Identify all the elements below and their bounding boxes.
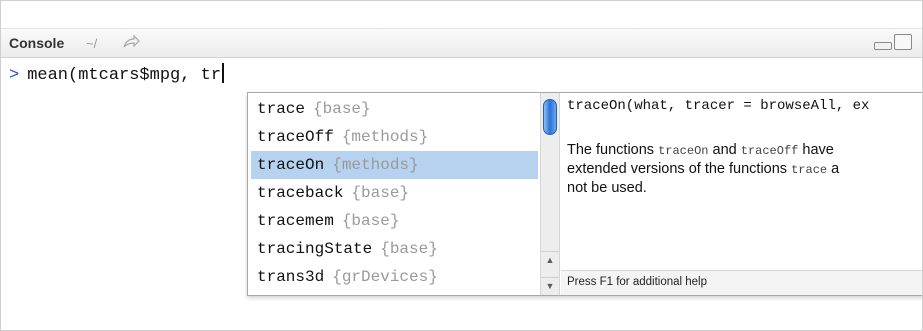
down-arrow-icon[interactable]: ▼	[541, 277, 559, 294]
help-text: extended versions of the functions	[567, 161, 792, 177]
completion-list[interactable]: trace {base} traceOff {methods} traceOn {me…	[248, 93, 538, 295]
completion-package: {methods}	[341, 128, 429, 146]
help-desc-line: not be used.	[567, 179, 922, 197]
completion-package: {base}	[351, 184, 410, 202]
completion-item[interactable]: trans3d {grDevices}	[251, 263, 538, 291]
completion-name: tracingState	[257, 240, 373, 258]
help-text: and	[708, 142, 741, 158]
autocomplete-popup: trace {base} traceOff {methods} traceOn {me…	[247, 92, 922, 296]
completion-name: traceback	[257, 184, 344, 202]
completion-package: {base}	[313, 100, 371, 118]
help-signature: traceOn(what, tracer = browseAll, ex	[567, 98, 870, 114]
completion-package: {methods}	[332, 156, 419, 174]
console-toolbar: Console ~/	[1, 28, 922, 58]
console-title: Console	[9, 35, 65, 51]
maximize-icon[interactable]	[894, 34, 912, 50]
console-header: Console ~/	[1, 1, 922, 58]
help-code: traceOff	[740, 144, 799, 158]
help-text: a	[827, 161, 840, 177]
completion-package: {base}	[380, 240, 438, 258]
completion-item[interactable]: trace {base}	[251, 95, 538, 123]
completion-name: trace	[257, 100, 306, 118]
help-code: trace	[791, 163, 828, 177]
completion-name: traceOff	[257, 128, 334, 146]
completion-scrollbar[interactable]: ▲ ▼	[540, 93, 560, 295]
working-directory-path[interactable]: ~/	[86, 36, 97, 51]
completion-name: tracemem	[257, 212, 334, 230]
window-buttons	[874, 33, 916, 51]
console-input-line[interactable]: > mean(mtcars$mpg, tr	[9, 63, 225, 85]
console-input-text[interactable]: mean(mtcars$mpg, tr	[27, 66, 221, 85]
help-text: The functions	[567, 142, 659, 158]
completion-item[interactable]: tracemem {base}	[251, 207, 538, 235]
prompt-symbol: >	[9, 66, 20, 85]
redirect-arrow-icon[interactable]	[122, 34, 140, 50]
completion-name: traceOn	[257, 156, 325, 174]
completion-item[interactable]: traceback {base}	[251, 179, 538, 207]
minimize-icon[interactable]	[874, 42, 892, 50]
completion-item[interactable]: tracingState {base}	[251, 235, 538, 263]
scroll-thumb[interactable]	[543, 99, 557, 135]
completion-package: {grDevices}	[332, 268, 438, 286]
up-arrow-icon[interactable]: ▲	[541, 251, 559, 268]
completion-name: trans3d	[257, 268, 325, 286]
text-cursor	[222, 63, 225, 83]
help-text: not be used.	[567, 180, 647, 196]
help-description: The functions traceOn and traceOff have …	[567, 141, 922, 197]
help-preview-pane: traceOn(what, tracer = browseAll, ex The…	[561, 93, 922, 295]
help-desc-line: The functions traceOn and traceOff have	[567, 141, 922, 160]
console-pane: Console ~/ > mean(mtcars$mpg, tr trace {ba…	[0, 0, 923, 331]
help-text: have	[798, 142, 834, 158]
help-footer: Press F1 for additional help	[561, 270, 922, 295]
help-desc-line: extended versions of the functions trace…	[567, 160, 922, 179]
completion-item[interactable]: traceOn {methods}	[251, 151, 538, 179]
completion-package: {base}	[341, 212, 400, 230]
completion-item[interactable]: traceOff {methods}	[251, 123, 538, 151]
help-footer-text: Press F1 for additional help	[567, 276, 707, 288]
help-code: traceOn	[658, 144, 709, 158]
